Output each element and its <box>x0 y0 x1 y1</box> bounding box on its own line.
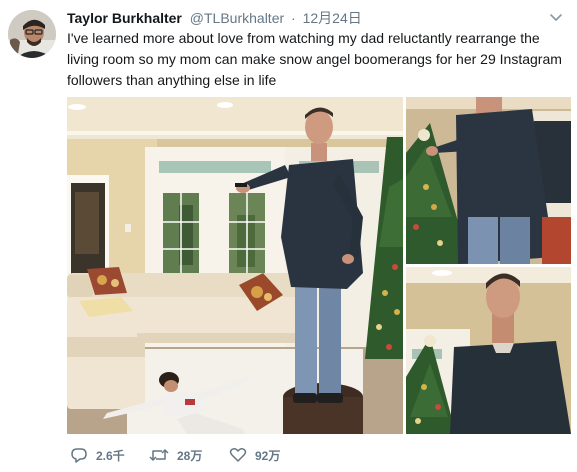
reply-count: 2.6千 <box>96 448 125 463</box>
user-handle[interactable]: @TLBurkhalter <box>190 10 284 26</box>
tweet: Taylor Burkhalter @TLBurkhalter · 12月24日… <box>0 0 577 472</box>
photo-man-with-phone[interactable] <box>406 97 571 264</box>
media-grid <box>67 97 571 434</box>
tweet-actions: 2.6千 28万 92万 <box>67 444 467 468</box>
heart-icon <box>229 446 247 464</box>
retweet-icon <box>149 446 169 464</box>
like-button[interactable]: 92万 <box>229 444 280 466</box>
reply-button[interactable]: 2.6千 <box>70 444 125 466</box>
tweet-date[interactable]: 12月24日 <box>303 10 362 26</box>
photo-man-portrait[interactable] <box>406 267 571 434</box>
separator-dot: · <box>291 10 296 26</box>
avatar[interactable] <box>8 10 56 58</box>
retweet-button[interactable]: 28万 <box>149 444 202 466</box>
like-count: 92万 <box>255 448 281 463</box>
chevron-down-icon[interactable] <box>548 11 564 23</box>
retweet-count: 28万 <box>177 448 203 463</box>
tweet-header: Taylor Burkhalter @TLBurkhalter · 12月24日 <box>67 9 362 29</box>
tweet-text: I've learned more about love from watchi… <box>67 30 562 88</box>
photo-living-room[interactable] <box>67 97 403 434</box>
display-name[interactable]: Taylor Burkhalter <box>67 10 182 26</box>
reply-icon <box>70 446 88 464</box>
